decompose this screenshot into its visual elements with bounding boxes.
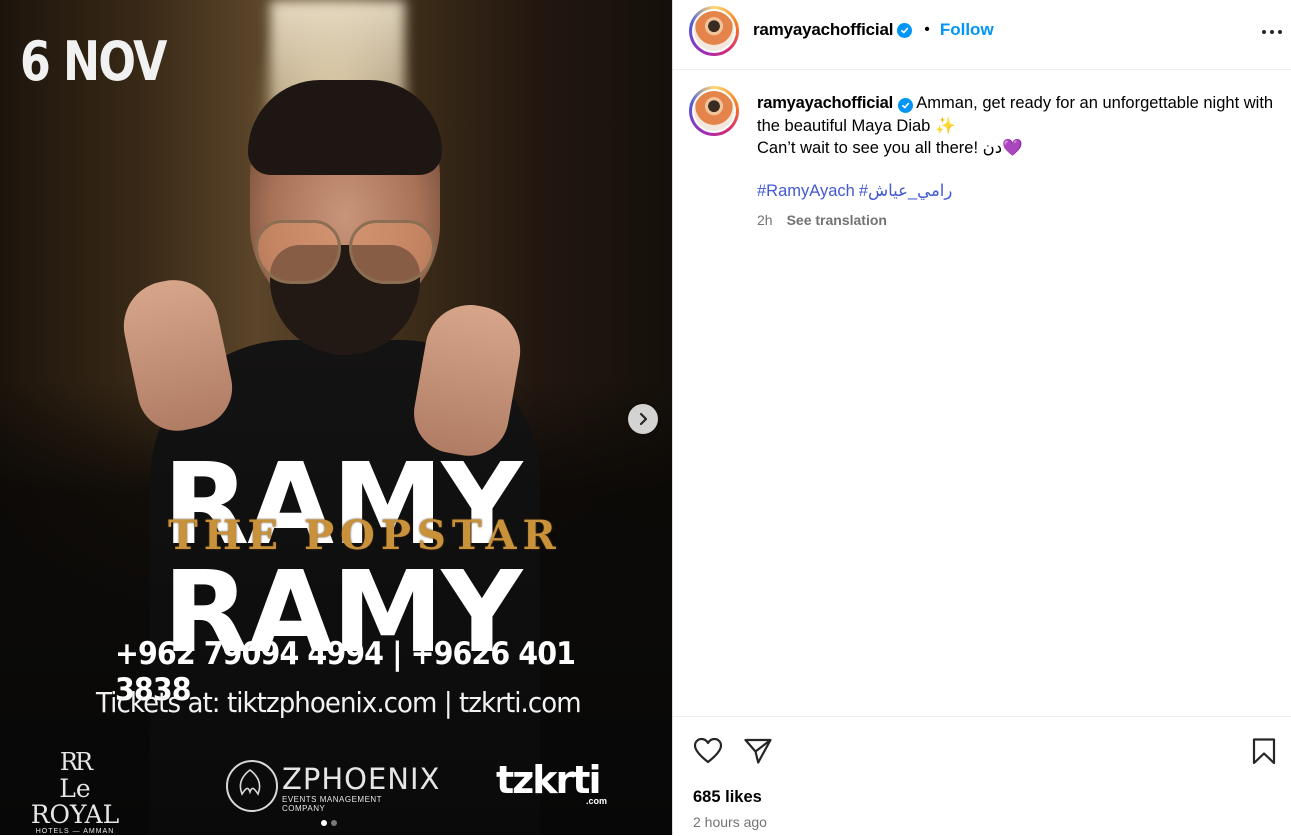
header-separator: • bbox=[924, 21, 930, 38]
poster-date: 6 NOV bbox=[20, 30, 167, 93]
zphoenix-name: ZPHOENIX bbox=[282, 762, 441, 796]
leroyal-mark: RR bbox=[59, 748, 93, 776]
hashtag-link[interactable]: #رامي_عياش bbox=[859, 182, 953, 200]
tzkrti-logo: tzkrti .com bbox=[496, 758, 607, 806]
poster-subtitle: THE POPSTAR bbox=[168, 512, 562, 559]
verified-badge-icon bbox=[897, 98, 913, 113]
zphoenix-sub: EVENTS MANAGEMENT COMPANY bbox=[282, 795, 382, 813]
artist-glasses bbox=[255, 220, 435, 284]
glasses-lens-left bbox=[255, 220, 341, 284]
header-author: ramyayachofficial • Follow bbox=[753, 20, 994, 40]
zphoenix-logo: ZPHOENIX EVENTS MANAGEMENT COMPANY bbox=[226, 760, 439, 813]
carousel-next-button[interactable] bbox=[628, 404, 658, 434]
post-side-panel: ramyayachofficial • Follow ramyayachoffi… bbox=[672, 0, 1291, 835]
glasses-lens-right bbox=[349, 220, 435, 284]
caption-hashtags: #RamyAyach #رامي_عياش bbox=[757, 181, 956, 201]
poster-title: RAMY RAMY bbox=[163, 449, 553, 669]
leroyal-name: Le ROYAL bbox=[30, 774, 120, 829]
artist-hand-left bbox=[115, 271, 240, 439]
caption-meta: 2h See translation bbox=[757, 212, 887, 228]
more-horizontal-icon bbox=[1262, 30, 1282, 34]
leroyal-logo: RR Le ROYAL HOTELS — AMMAN bbox=[20, 748, 130, 835]
tzkrti-name: tzkrti bbox=[496, 758, 601, 802]
caption-author-avatar[interactable] bbox=[689, 86, 739, 136]
more-options-button[interactable] bbox=[1261, 22, 1283, 47]
tzkrti-sub: .com bbox=[586, 796, 608, 806]
chevron-right-icon bbox=[639, 412, 648, 426]
verified-badge-icon bbox=[897, 22, 913, 38]
caption-username[interactable]: ramyayachofficial bbox=[757, 94, 893, 112]
save-button[interactable] bbox=[1251, 737, 1277, 770]
likes-count[interactable]: 685 likes bbox=[693, 788, 762, 807]
paper-plane-icon bbox=[744, 738, 772, 764]
caption-text-line-2: Can’t wait to see you all there! دن💜 bbox=[757, 139, 1023, 157]
like-button[interactable] bbox=[693, 737, 723, 770]
phoenix-emblem-icon bbox=[226, 760, 278, 812]
poster-tickets: Tickets at: tiktzphoenix.com | tzkrti.co… bbox=[96, 686, 582, 719]
avatar-image bbox=[694, 91, 734, 131]
see-translation-button[interactable]: See translation bbox=[787, 212, 887, 228]
post-actions: 685 likes 2 hours ago bbox=[673, 716, 1291, 836]
post-header: ramyayachofficial • Follow bbox=[673, 0, 1291, 70]
author-username[interactable]: ramyayachofficial bbox=[753, 20, 893, 40]
bookmark-icon bbox=[1252, 738, 1276, 765]
follow-button[interactable]: Follow bbox=[940, 20, 994, 40]
share-button[interactable] bbox=[743, 737, 773, 770]
avatar-image bbox=[694, 11, 734, 51]
caption-time[interactable]: 2h bbox=[757, 212, 773, 228]
carousel-indicator bbox=[321, 820, 337, 826]
post-media[interactable]: 6 NOV RAMY RAMY THE POPSTAR +962 79094 4… bbox=[0, 0, 672, 835]
post-timestamp[interactable]: 2 hours ago bbox=[693, 814, 767, 830]
artist-hair bbox=[248, 80, 442, 175]
hashtag-link[interactable]: #RamyAyach bbox=[757, 182, 855, 200]
leroyal-sub: HOTELS — AMMAN bbox=[35, 828, 115, 835]
post-caption: ramyayachofficial Amman, get ready for a… bbox=[757, 92, 1277, 160]
carousel-dot-2 bbox=[331, 820, 337, 826]
author-avatar[interactable] bbox=[689, 6, 739, 56]
carousel-dot-1 bbox=[321, 820, 327, 826]
heart-icon bbox=[693, 737, 723, 764]
